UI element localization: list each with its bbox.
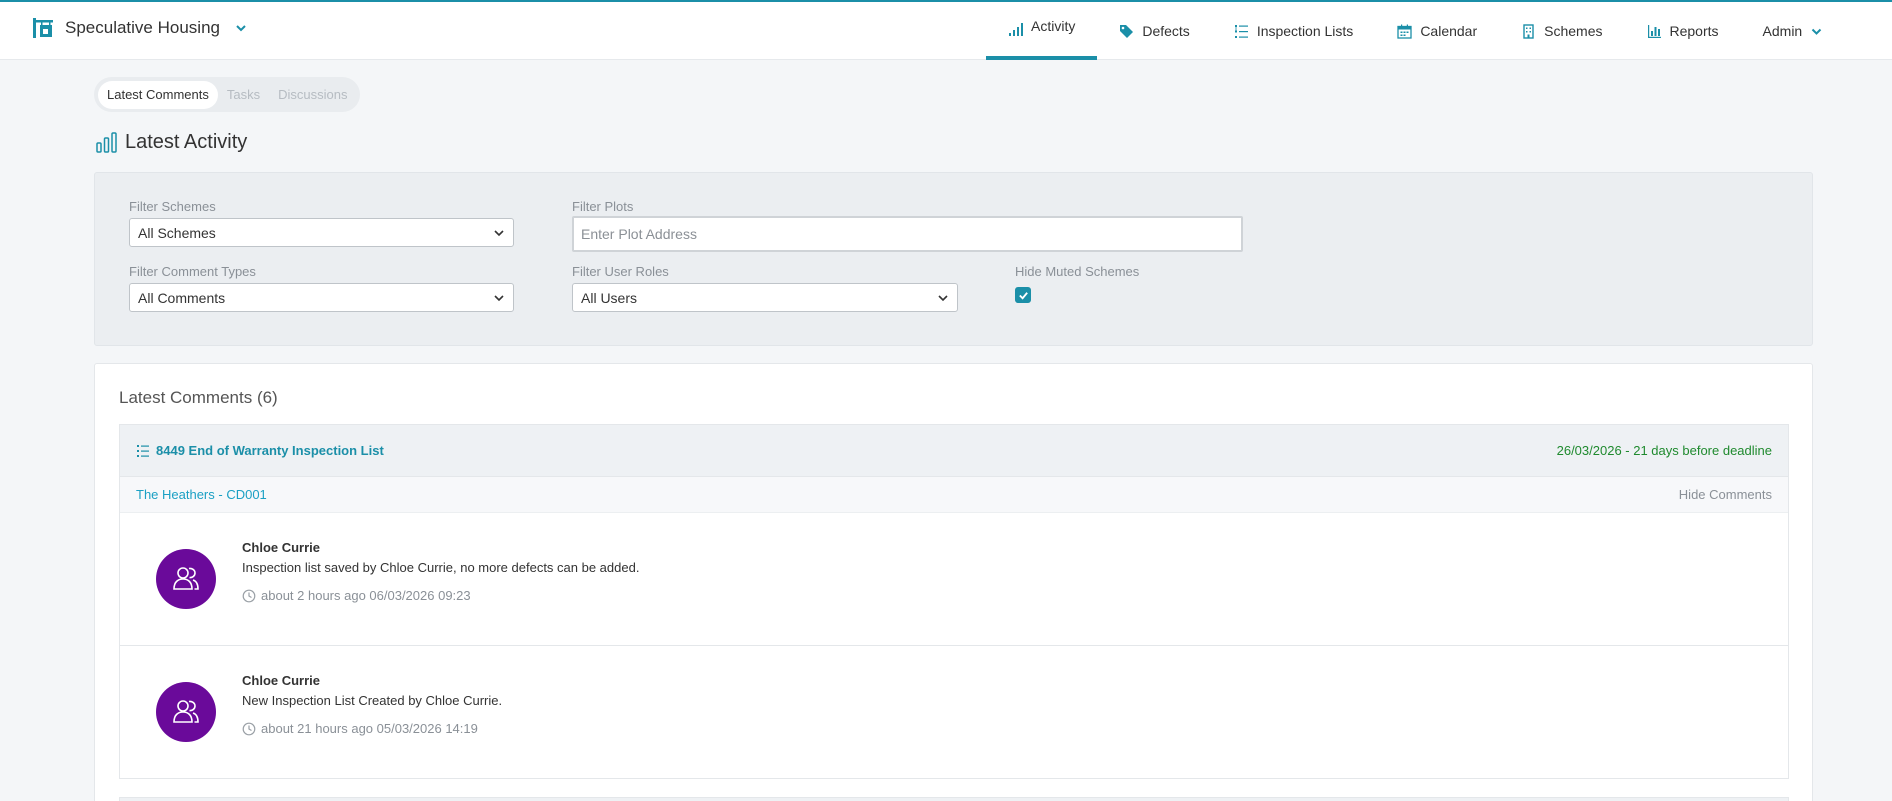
plot-link[interactable]: The Heathers - CD001 xyxy=(136,487,267,502)
nav-activity[interactable]: Activity xyxy=(986,2,1098,60)
filter-plots-label: Filter Plots xyxy=(572,199,634,214)
filter-panel: Filter Schemes All Schemes Filter Plots … xyxy=(94,172,1813,346)
filter-comment-types-label: Filter Comment Types xyxy=(129,264,256,279)
chart-icon xyxy=(1647,24,1661,38)
filter-user-roles-select[interactable]: All Users xyxy=(572,283,958,312)
comment-text: New Inspection List Created by Chloe Cur… xyxy=(242,693,503,708)
check-icon xyxy=(1018,291,1028,300)
list-icon xyxy=(137,444,149,457)
hide-comments-link[interactable]: Hide Comments xyxy=(1679,487,1772,502)
tag-icon xyxy=(1120,24,1134,38)
activity-tabs: Latest Comments Tasks Discussions xyxy=(94,77,361,112)
nav-inspection-lists-label: Inspection Lists xyxy=(1256,23,1354,39)
chevron-down-icon xyxy=(494,294,504,301)
filter-user-roles-label: Filter User Roles xyxy=(572,264,669,279)
filter-plots-input[interactable] xyxy=(572,216,1243,252)
users-icon xyxy=(173,700,199,723)
hide-muted-label: Hide Muted Schemes xyxy=(1015,264,1140,279)
nav-schemes[interactable]: Schemes xyxy=(1499,2,1624,60)
house-sign-icon xyxy=(33,18,53,38)
deadline-status: 26/03/2026 - 21 days before deadline xyxy=(1556,443,1772,458)
page-title: Latest Activity xyxy=(125,131,248,153)
tab-tasks[interactable]: Tasks xyxy=(218,81,269,109)
nav-reports[interactable]: Reports xyxy=(1625,2,1741,60)
nav-inspection-lists[interactable]: Inspection Lists xyxy=(1212,2,1376,60)
comment-author: Chloe Currie xyxy=(242,673,321,688)
top-navbar: Speculative Housing Activity Defects Ins… xyxy=(0,0,1892,60)
nav-admin[interactable]: Admin xyxy=(1741,2,1846,60)
inspection-list-block: 8449 End of Warranty Inspection List 26/… xyxy=(119,424,1789,779)
hide-muted-checkbox[interactable] xyxy=(1015,287,1031,303)
bar-chart-icon xyxy=(1009,22,1023,36)
nav-defects[interactable]: Defects xyxy=(1097,2,1211,60)
filter-schemes-select[interactable]: All Schemes xyxy=(129,218,514,247)
chevron-down-icon xyxy=(938,294,948,301)
nav-reports-label: Reports xyxy=(1669,23,1719,39)
comment-timestamp: about 21 hours ago 05/03/2026 14:19 xyxy=(242,721,478,736)
clock-icon xyxy=(242,722,256,735)
nav-calendar[interactable]: Calendar xyxy=(1375,2,1499,60)
filter-comment-types-select[interactable]: All Comments xyxy=(129,283,514,312)
page-heading: Latest Activity xyxy=(96,131,247,154)
inspection-list-title: 8449 End of Warranty Inspection List xyxy=(156,443,384,458)
next-list-block xyxy=(119,797,1789,801)
main-nav: Activity Defects Inspection Lists Calend… xyxy=(986,2,1845,60)
avatar xyxy=(156,549,216,609)
comment-text: Inspection list saved by Chloe Currie, n… xyxy=(242,560,640,575)
avatar xyxy=(156,682,216,742)
brand[interactable]: Speculative Housing xyxy=(31,16,248,40)
tab-latest-comments[interactable]: Latest Comments xyxy=(98,80,218,109)
chevron-down-icon xyxy=(494,229,504,236)
filter-comment-types-value: All Comments xyxy=(138,289,226,306)
latest-comments-card: Latest Comments (6) 8449 End of Warranty… xyxy=(94,363,1813,801)
tab-discussions[interactable]: Discussions xyxy=(269,81,356,109)
nav-admin-label: Admin xyxy=(1762,23,1803,39)
comment-item: Chloe Currie Inspection list saved by Ch… xyxy=(120,513,1788,646)
inspection-list-header: 8449 End of Warranty Inspection List 26/… xyxy=(120,425,1788,477)
users-icon xyxy=(173,567,199,590)
chevron-down-icon[interactable] xyxy=(234,21,248,35)
comment-author: Chloe Currie xyxy=(242,540,321,555)
nav-calendar-label: Calendar xyxy=(1420,23,1478,39)
inspection-list-link[interactable]: 8449 End of Warranty Inspection List xyxy=(136,443,384,458)
nav-schemes-label: Schemes xyxy=(1544,23,1603,39)
filter-schemes-value: All Schemes xyxy=(138,224,216,241)
filter-user-roles-value: All Users xyxy=(581,289,638,306)
nav-defects-label: Defects xyxy=(1142,23,1190,39)
list-icon xyxy=(1234,24,1248,38)
comment-timestamp: about 2 hours ago 06/03/2026 09:23 xyxy=(242,588,471,603)
app-name: Speculative Housing xyxy=(65,18,220,37)
filter-schemes-label: Filter Schemes xyxy=(129,199,216,214)
clock-icon xyxy=(242,589,256,602)
nav-activity-label: Activity xyxy=(1031,18,1076,34)
comment-time-text: about 21 hours ago 05/03/2026 14:19 xyxy=(261,721,478,736)
building-icon xyxy=(1523,23,1534,39)
comments-section-title: Latest Comments (6) xyxy=(119,388,278,407)
bar-chart-icon xyxy=(96,132,117,153)
calendar-icon xyxy=(1397,24,1412,39)
chevron-down-icon xyxy=(1812,28,1822,35)
comment-item: Chloe Currie New Inspection List Created… xyxy=(120,646,1788,779)
comment-time-text: about 2 hours ago 06/03/2026 09:23 xyxy=(261,588,471,603)
plot-row: The Heathers - CD001 Hide Comments xyxy=(120,477,1788,513)
